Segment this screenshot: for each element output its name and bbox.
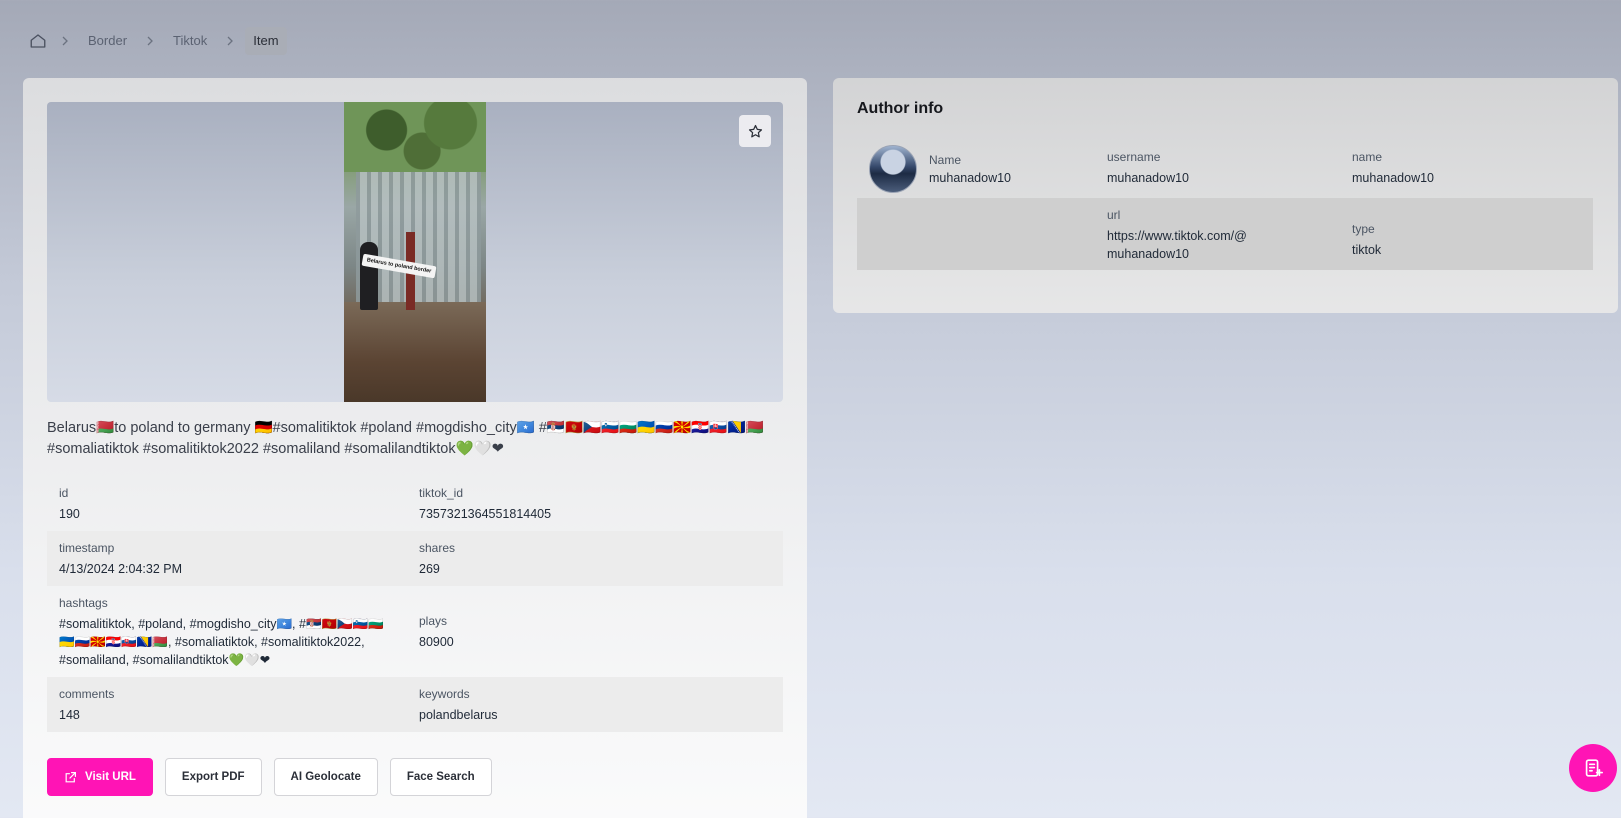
author-name-value: muhanadow10 [929, 171, 1012, 185]
detail-shares: shares 269 [407, 539, 783, 578]
star-icon [748, 124, 762, 137]
author-type: type tiktok [1352, 198, 1593, 270]
detail-timestamp: timestamp 4/13/2024 2:04:32 PM [47, 539, 407, 578]
detail-row: id 190 tiktok_id 7357321364551814405 [47, 476, 783, 531]
detail-value: 269 [419, 562, 440, 576]
detail-label: username [1107, 150, 1161, 164]
clipboard-add-icon [1585, 759, 1603, 777]
visit-url-label: Visit URL [85, 771, 136, 783]
detail-id: id 190 [47, 484, 407, 523]
item-card: Belarus to poland border Belarus🇧🇾to pol… [23, 78, 807, 818]
author-name-label: Name [929, 153, 962, 167]
detail-keywords: keywords polandbelarus [407, 685, 783, 724]
thumbnail-ground [344, 302, 486, 402]
author-url: url https://www.tiktok.com/@muhanadow10 [1107, 198, 1352, 270]
detail-label: type [1352, 222, 1375, 236]
chevron-right-icon [135, 36, 165, 46]
avatar[interactable] [869, 145, 917, 193]
detail-label: name [1352, 150, 1383, 164]
author-empty-cell [857, 198, 1107, 270]
face-search-button[interactable]: Face Search [389, 758, 492, 796]
detail-value: 190 [59, 507, 80, 521]
thumbnail-trees [344, 102, 486, 172]
detail-label: url [1107, 208, 1121, 222]
breadcrumb-item-current: Item [245, 27, 287, 55]
post-caption: Belarus🇧🇾to poland to germany 🇩🇪#somalit… [47, 420, 764, 457]
detail-hashtags: hashtags #somalitiktok, #poland, #mogdis… [47, 594, 407, 669]
breadcrumb: Border Tiktok Item [26, 27, 287, 55]
author-details-table: Name muhanadow10 username muhanadow10 na… [857, 140, 1593, 270]
detail-label: plays [419, 614, 448, 628]
visit-url-button[interactable]: Visit URL [47, 758, 153, 796]
detail-comments: comments 148 [47, 685, 407, 724]
media-preview: Belarus to poland border [47, 102, 783, 402]
author-row: Name muhanadow10 username muhanadow10 na… [857, 140, 1593, 198]
detail-tiktok-id: tiktok_id 7357321364551814405 [407, 484, 783, 523]
detail-value: #somalitiktok, #poland, #mogdisho_city🇸🇴… [59, 617, 384, 667]
chevron-right-icon [50, 36, 80, 46]
external-link-icon [65, 771, 76, 782]
author-info-title: Author info [857, 100, 944, 117]
detail-value: muhanadow10 [1107, 171, 1190, 185]
author-name: name muhanadow10 [1352, 140, 1593, 198]
detail-value: 80900 [419, 635, 454, 649]
home-icon[interactable] [26, 29, 50, 53]
detail-label: shares [419, 541, 456, 555]
favorite-button[interactable] [739, 115, 771, 147]
author-url-link[interactable]: https://www.tiktok.com/@muhanadow10 [1107, 227, 1252, 263]
thumbnail-person [360, 242, 378, 310]
export-pdf-button[interactable]: Export PDF [164, 758, 262, 796]
author-identity: Name muhanadow10 [857, 140, 1107, 198]
ai-geolocate-button[interactable]: AI Geolocate [273, 758, 378, 796]
detail-value: 7357321364551814405 [419, 507, 552, 521]
detail-row: comments 148 keywords polandbelarus [47, 677, 783, 732]
detail-value: muhanadow10 [1352, 171, 1435, 185]
item-details-table: id 190 tiktok_id 7357321364551814405 tim… [47, 476, 783, 732]
action-bar: Visit URL Export PDF AI Geolocate Face S… [47, 758, 492, 796]
detail-value: polandbelarus [419, 708, 498, 722]
export-pdf-label: Export PDF [181, 771, 245, 783]
author-username: username muhanadow10 [1107, 140, 1352, 198]
detail-value: tiktok [1352, 243, 1382, 257]
breadcrumb-item-tiktok[interactable]: Tiktok [165, 27, 215, 55]
detail-plays: plays 80900 [407, 612, 783, 651]
detail-label: comments [59, 687, 115, 701]
notes-fab-button[interactable] [1569, 744, 1617, 792]
detail-row: timestamp 4/13/2024 2:04:32 PM shares 26… [47, 531, 783, 586]
detail-label: id [59, 486, 69, 500]
detail-label: hashtags [59, 596, 108, 610]
detail-label: keywords [419, 687, 470, 701]
author-info-card: Author info Name muhanadow10 username mu… [833, 78, 1618, 313]
detail-value: 4/13/2024 2:04:32 PM [59, 562, 183, 576]
face-search-label: Face Search [406, 771, 475, 783]
breadcrumb-item-border[interactable]: Border [80, 27, 135, 55]
author-name-block: Name muhanadow10 [929, 151, 1011, 187]
author-row: url https://www.tiktok.com/@muhanadow10 … [857, 198, 1593, 270]
detail-label: timestamp [59, 541, 115, 555]
video-thumbnail[interactable]: Belarus to poland border [344, 102, 486, 402]
chevron-right-icon [215, 36, 245, 46]
detail-value: 148 [59, 708, 80, 722]
ai-geolocate-label: AI Geolocate [290, 771, 361, 783]
detail-label: tiktok_id [419, 486, 464, 500]
detail-row: hashtags #somalitiktok, #poland, #mogdis… [47, 586, 783, 677]
